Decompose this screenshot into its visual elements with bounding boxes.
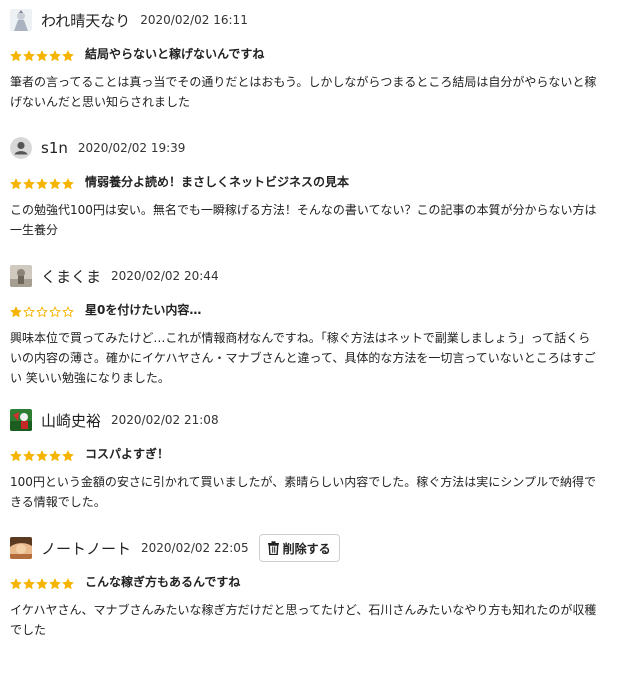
star-filled-icon: [10, 447, 22, 461]
rating-row: コスパよすぎ！: [10, 442, 612, 464]
reviewer-name[interactable]: われ晴天なり: [41, 10, 130, 31]
star-filled-icon: [49, 47, 61, 61]
star-filled-icon: [62, 175, 74, 189]
review-title: 結局やらないと稼げないんですね: [85, 46, 265, 61]
star-filled-icon: [36, 175, 48, 189]
review-title: 情弱養分よ読め！まさしくネットビジネスの見本: [85, 174, 350, 189]
review-body: この勉強代100円は安い。無名でも一瞬稼げる方法！そんなの書いてない？この記事の…: [10, 203, 597, 237]
review-title: こんな稼ぎ方もあるんですね: [85, 574, 241, 589]
review-item: 山崎史裕 2020/02/02 21:08 コスパよすぎ！ 100円という金額の…: [0, 388, 622, 512]
reviewer-name[interactable]: s1n: [41, 139, 68, 157]
review-date: 2020/02/02 21:08: [111, 413, 219, 427]
star-filled-icon: [36, 47, 48, 61]
review-body: 筆者の言ってることは真っ当でその通りだとはおもう。しかしながらつまるところ結局は…: [10, 75, 597, 109]
star-filled-icon: [62, 47, 74, 61]
review-title: 星0を付けたい内容…: [85, 302, 202, 317]
review-header: ノートノート 2020/02/02 22:05 削除する: [10, 534, 612, 562]
star-filled-icon: [23, 447, 35, 461]
rating-row: こんな稼ぎ方もあるんですね: [10, 570, 612, 592]
review-item: くまくま 2020/02/02 20:44 星0を付けたい内容… 興味本位で買っ…: [0, 240, 622, 388]
review-header: われ晴天なり 2020/02/02 16:11: [10, 6, 612, 34]
delete-button[interactable]: 削除する: [258, 534, 340, 562]
star-empty-icon: [23, 303, 35, 317]
review-item: ノートノート 2020/02/02 22:05 削除する こんな稼ぎ方もあるんで…: [0, 512, 622, 640]
rating-row: 結局やらないと稼げないんですね: [10, 42, 612, 64]
star-filled-icon: [62, 447, 74, 461]
star-filled-icon: [10, 303, 22, 317]
rating-row: 情弱養分よ読め！まさしくネットビジネスの見本: [10, 170, 612, 192]
review-date: 2020/02/02 20:44: [111, 269, 219, 283]
delete-button-label: 削除する: [282, 541, 331, 556]
avatar[interactable]: [10, 137, 32, 159]
star-rating: [10, 575, 75, 589]
star-rating: [10, 303, 75, 317]
star-filled-icon: [10, 175, 22, 189]
avatar[interactable]: [10, 409, 32, 431]
review-date: 2020/02/02 19:39: [77, 141, 186, 155]
star-filled-icon: [23, 47, 35, 61]
star-filled-icon: [49, 575, 61, 589]
review-list: われ晴天なり 2020/02/02 16:11 結局やらないと稼げないんですね …: [0, 0, 622, 640]
review-header: 山崎史裕 2020/02/02 21:08: [10, 406, 612, 434]
review-item: s1n 2020/02/02 19:39 情弱養分よ読め！まさしくネットビジネス…: [0, 112, 622, 240]
star-filled-icon: [23, 175, 35, 189]
reviewer-name[interactable]: 山崎史裕: [41, 410, 101, 431]
star-filled-icon: [23, 575, 35, 589]
review-body: 100円という金額の安さに引かれて買いましたが、素晴らしい内容でした。稼ぐ方法は…: [10, 475, 596, 509]
review-title: コスパよすぎ！: [85, 446, 170, 461]
star-rating: [10, 447, 75, 461]
star-empty-icon: [49, 303, 61, 317]
star-filled-icon: [49, 175, 61, 189]
review-item: われ晴天なり 2020/02/02 16:11 結局やらないと稼げないんですね …: [0, 0, 622, 112]
avatar[interactable]: [10, 9, 32, 31]
review-header: s1n 2020/02/02 19:39: [10, 134, 612, 162]
review-header: くまくま 2020/02/02 20:44: [10, 262, 612, 290]
star-filled-icon: [49, 447, 61, 461]
reviewer-name[interactable]: ノートノート: [41, 538, 131, 559]
review-date: 2020/02/02 16:11: [140, 13, 248, 27]
trash-icon: [267, 541, 279, 555]
review-date: 2020/02/02 22:05: [141, 541, 249, 555]
star-rating: [10, 175, 75, 189]
star-filled-icon: [36, 575, 48, 589]
avatar[interactable]: [10, 265, 32, 287]
star-empty-icon: [36, 303, 48, 317]
star-filled-icon: [36, 447, 48, 461]
star-rating: [10, 47, 75, 61]
review-body: イケハヤさん、マナブさんみたいな稼ぎ方だけだと思ってたけど、石川さんみたいなやり…: [10, 603, 597, 637]
rating-row: 星0を付けたい内容…: [10, 298, 612, 320]
reviewer-name[interactable]: くまくま: [41, 266, 101, 287]
avatar[interactable]: [10, 537, 32, 559]
star-filled-icon: [10, 575, 22, 589]
star-empty-icon: [62, 303, 74, 317]
review-body: 興味本位で買ってみたけど…これが情報商材なんですね。「稼ぐ方法はネットで副業しま…: [10, 331, 596, 385]
star-filled-icon: [10, 47, 22, 61]
star-filled-icon: [62, 575, 74, 589]
